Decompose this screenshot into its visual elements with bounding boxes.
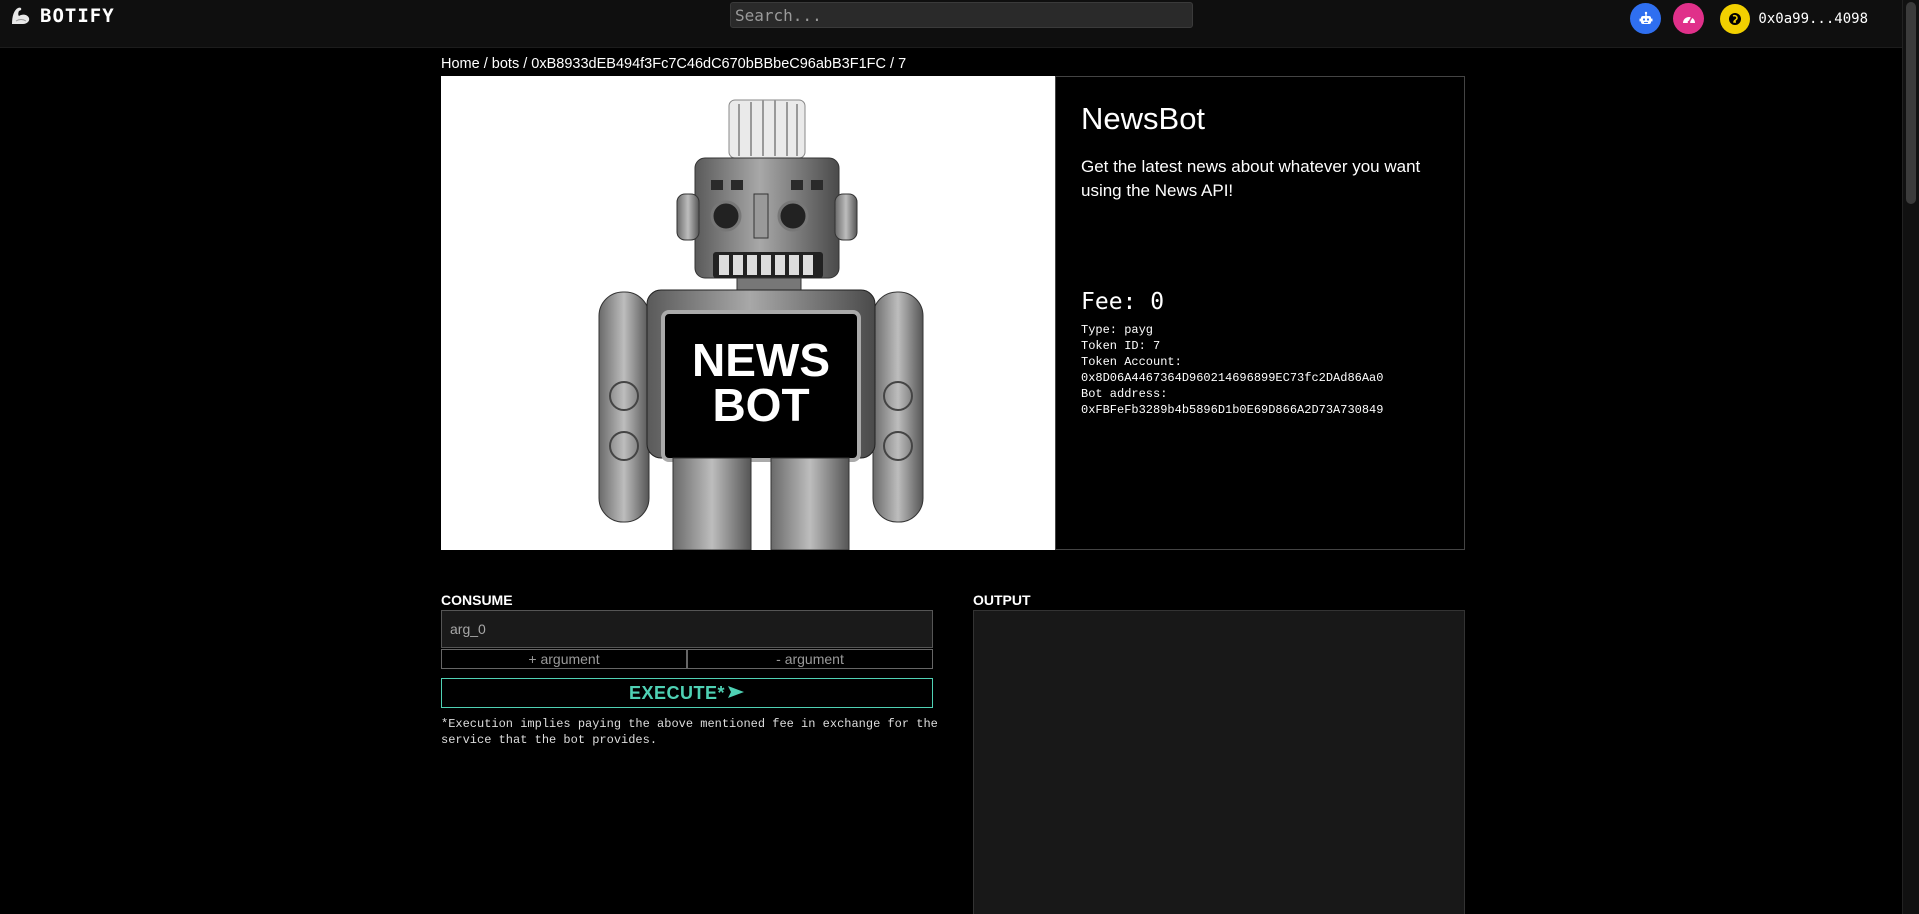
breadcrumb-token-id: 7 <box>898 56 907 72</box>
execution-disclaimer: *Execution implies paying the above ment… <box>441 717 938 747</box>
output-panel <box>973 610 1465 914</box>
header-actions: 0x0a99...4098 <box>1630 3 1868 34</box>
breadcrumb-separator: / <box>523 56 528 72</box>
token-account-label: Token Account: <box>1081 355 1182 369</box>
remove-argument-button[interactable]: - argument <box>687 649 933 669</box>
breadcrumb-bots[interactable]: bots <box>492 56 519 72</box>
speedometer-icon <box>1682 16 1695 23</box>
breadcrumb-home[interactable]: Home <box>441 56 480 72</box>
breadcrumb-separator: / <box>483 56 488 72</box>
page-scrollbar[interactable] <box>1902 0 1919 914</box>
bots-button[interactable] <box>1630 3 1662 34</box>
breadcrumb-separator: / <box>890 56 895 72</box>
output-heading: OUTPUT <box>973 592 1031 608</box>
token-account-value: 0x8D06A4467364D960214696899EC73fc2DAd86A… <box>1081 371 1384 385</box>
arm-flex-icon <box>12 7 30 25</box>
brand-logo[interactable]: BOTIFY <box>8 4 115 28</box>
bot-type: Type: payg <box>1081 323 1154 337</box>
execute-button[interactable]: EXECUTE* <box>441 678 933 708</box>
wallet-address: 0x0a99...4098 <box>1758 10 1868 27</box>
wallet-account[interactable]: 0x0a99...4098 <box>1720 3 1868 34</box>
wallet-avatar <box>1720 3 1751 34</box>
brand-name: BOTIFY <box>40 5 115 27</box>
bot-description: Get the latest news about whatever you w… <box>1081 157 1421 200</box>
bot-info-card: NewsBot Get the latest news about whatev… <box>1055 76 1465 550</box>
robot-icon <box>1639 11 1653 24</box>
add-argument-button[interactable]: + argument <box>441 649 687 669</box>
bot-title: NewsBot <box>1081 101 1206 136</box>
consume-heading: CONSUME <box>441 592 513 608</box>
bot-fee: Fee: 0 <box>1081 289 1165 315</box>
bot-address-label: Bot address: <box>1081 387 1168 401</box>
robot-chest-text-line2: BOT <box>712 379 809 431</box>
bot-meta: Type: payg Token ID: 7 Token Account: 0x… <box>1081 322 1383 418</box>
dashboard-button[interactable] <box>1673 3 1705 34</box>
breadcrumb-bot-address[interactable]: 0xB8933dEB494f3Fc7C46dC670bBBbeC96abB3F1… <box>531 56 886 72</box>
bot-image: NEWS BOT <box>441 76 1055 550</box>
search-input[interactable] <box>730 2 1193 28</box>
argument-input[interactable] <box>441 610 933 648</box>
coin-icon <box>1729 12 1742 25</box>
execute-label: EXECUTE* <box>628 682 726 703</box>
breadcrumb: Home / bots / 0xB8933dEB494f3Fc7C46dC670… <box>441 56 906 72</box>
send-arrow-icon <box>728 686 745 698</box>
robot-illustration: NEWS BOT <box>598 99 924 550</box>
top-navbar: BOTIFY Search... 0x0a99...4098 <box>0 0 1902 48</box>
bot-token-id: Token ID: 7 <box>1081 339 1161 353</box>
scrollbar-thumb[interactable] <box>1906 2 1916 204</box>
bot-address-value: 0xFBFeFb3289b4b5896D1b0E69D866A2D73A7308… <box>1081 403 1384 417</box>
